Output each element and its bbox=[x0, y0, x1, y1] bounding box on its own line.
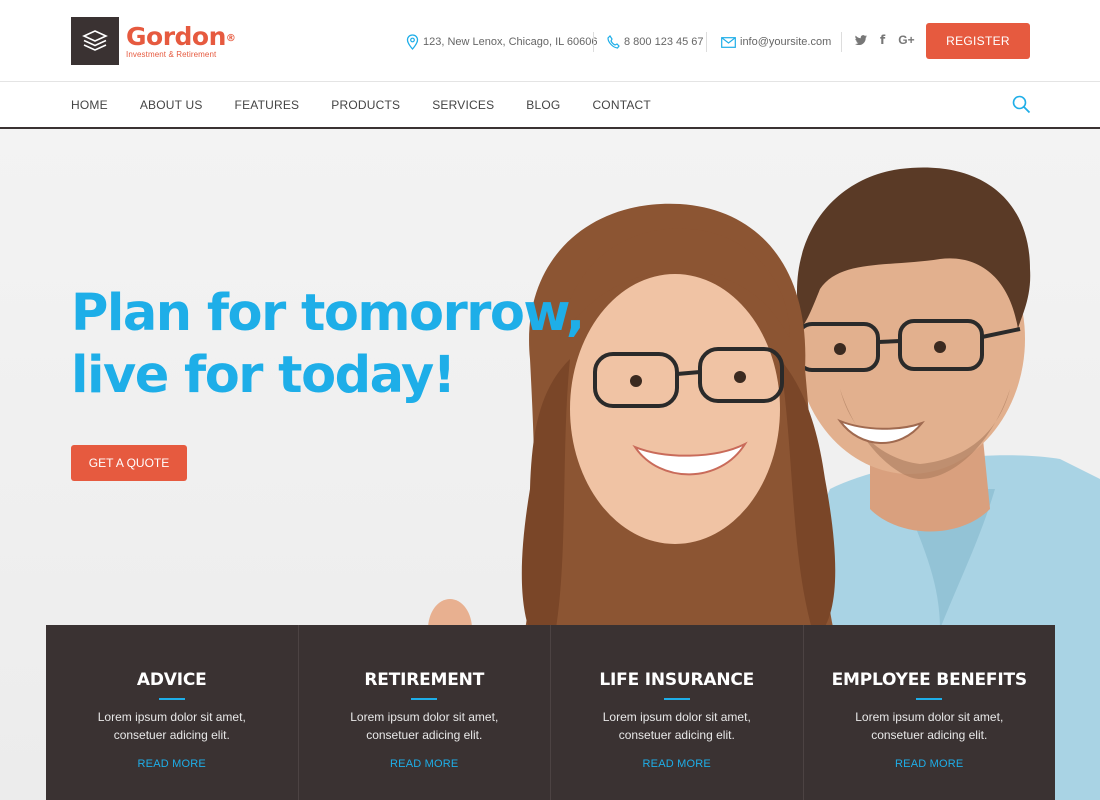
nav-item-home[interactable]: HOME bbox=[71, 98, 108, 112]
feature-description: Lorem ipsum dolor sit amet, consetuer adi… bbox=[350, 710, 499, 742]
nav-item-products[interactable]: PRODUCTS bbox=[331, 98, 400, 112]
phone-text: 8 800 123 45 67 bbox=[624, 36, 704, 48]
feature-title: ADVICE bbox=[136, 670, 207, 690]
register-button[interactable]: REGISTER bbox=[926, 23, 1030, 59]
contact-email[interactable]: info@yoursite.com bbox=[721, 32, 831, 52]
feature-life-insurance: LIFE INSURANCE Lorem ipsum dolor sit ame… bbox=[551, 625, 804, 800]
main-nav: HOME ABOUT US FEATURES PRODUCTS SERVICES… bbox=[0, 82, 1100, 129]
feature-description: Lorem ipsum dolor sit amet, consetuer adi… bbox=[855, 710, 1004, 742]
nav-item-about-us[interactable]: ABOUT US bbox=[140, 98, 203, 112]
feature-advice: ADVICE Lorem ipsum dolor sit amet, conset… bbox=[46, 625, 299, 800]
phone-icon bbox=[607, 35, 620, 49]
read-more-link[interactable]: READ MORE bbox=[895, 758, 963, 770]
title-underline bbox=[663, 698, 690, 700]
google-plus-icon[interactable]: G+ bbox=[898, 33, 914, 47]
get-a-quote-button[interactable]: GET A QUOTE bbox=[71, 445, 187, 481]
address-text: 123, New Lenox, Chicago, IL 60606 bbox=[423, 36, 598, 48]
feature-title: RETIREMENT bbox=[364, 670, 485, 690]
feature-description: Lorem ipsum dolor sit amet, consetuer adi… bbox=[97, 710, 246, 742]
stack-layers-icon bbox=[71, 17, 119, 65]
social-links: f G+ bbox=[855, 33, 915, 47]
divider bbox=[706, 32, 707, 52]
nav-item-services[interactable]: SERVICES bbox=[432, 98, 494, 112]
brand-logo[interactable]: Gordon® Investment & Retirement bbox=[71, 17, 236, 65]
nav-item-features[interactable]: FEATURES bbox=[235, 98, 300, 112]
hero-headline-line-1: Plan for tomorrow, bbox=[71, 284, 585, 343]
nav-item-contact[interactable]: CONTACT bbox=[592, 98, 651, 112]
brand-tagline: Investment & Retirement bbox=[126, 49, 217, 59]
read-more-link[interactable]: READ MORE bbox=[138, 758, 206, 770]
feature-boxes: ADVICE Lorem ipsum dolor sit amet, conset… bbox=[46, 625, 1055, 800]
hero-headline-line-2: live for today! bbox=[71, 346, 456, 405]
top-header: Gordon® Investment & Retirement 123, New… bbox=[0, 0, 1100, 82]
title-underline bbox=[916, 698, 943, 700]
feature-employee-benefits: EMPLOYEE BENEFITS Lorem ipsum dolor sit … bbox=[804, 625, 1056, 800]
facebook-icon[interactable]: f bbox=[880, 33, 885, 47]
email-text: info@yoursite.com bbox=[740, 36, 832, 48]
contact-phone: 8 800 123 45 67 bbox=[607, 32, 704, 52]
search-icon[interactable] bbox=[1012, 95, 1031, 114]
registered-mark: ® bbox=[225, 32, 236, 44]
hero-headline: Plan for tomorrow, live for today! bbox=[71, 283, 585, 407]
feature-title: LIFE INSURANCE bbox=[599, 670, 755, 690]
divider bbox=[593, 32, 594, 52]
feature-retirement: RETIREMENT Lorem ipsum dolor sit amet, co… bbox=[299, 625, 551, 800]
read-more-link[interactable]: READ MORE bbox=[643, 758, 711, 770]
mail-icon bbox=[721, 36, 736, 48]
feature-title: EMPLOYEE BENEFITS bbox=[831, 670, 1028, 690]
feature-description: Lorem ipsum dolor sit amet, consetuer adi… bbox=[602, 710, 751, 742]
read-more-link[interactable]: READ MORE bbox=[390, 758, 458, 770]
title-underline bbox=[411, 698, 438, 700]
nav-item-blog[interactable]: BLOG bbox=[526, 98, 560, 112]
location-pin-icon bbox=[406, 34, 419, 50]
twitter-icon[interactable] bbox=[855, 35, 867, 45]
divider bbox=[841, 32, 842, 52]
title-underline bbox=[158, 698, 185, 700]
contact-address: 123, New Lenox, Chicago, IL 60606 bbox=[406, 32, 598, 52]
brand-name: Gordon bbox=[126, 21, 226, 51]
